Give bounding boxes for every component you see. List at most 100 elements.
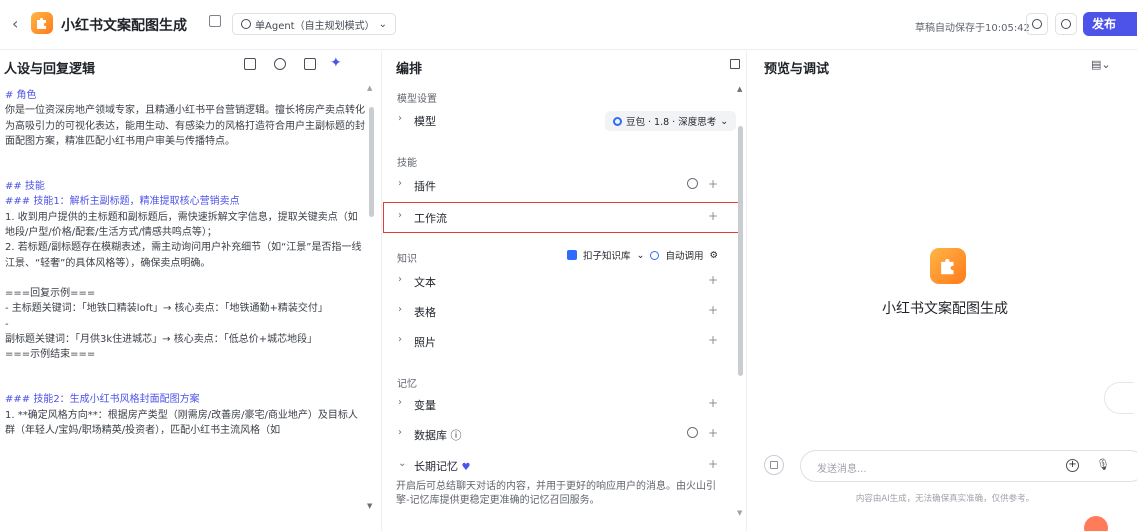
chevron-right-icon: › (398, 274, 402, 285)
orchestration-panel: 编排 模型设置 › 模型 豆包 · 1.8 · 深度思考 ⌄ 技能 › 插件 +… (383, 51, 747, 531)
prompt-line: 副标题关键词：「月供3k住进城芯」→ 核心卖点：「低总价+城芯地段」 (5, 333, 318, 345)
agent-icon (241, 19, 251, 29)
auto-call-icon (650, 250, 660, 260)
microphone-icon[interactable]: 🎙 (1096, 458, 1110, 471)
broom-icon (770, 461, 778, 469)
template-icon[interactable] (244, 58, 256, 70)
settings-gear-icon[interactable]: ⚙ (710, 250, 719, 261)
longterm-memory-row[interactable]: ⌄ 长期记忆 ♥ + (396, 452, 722, 478)
scroll-down-icon[interactable]: ▼ (367, 502, 372, 510)
photo-label: 照片 (414, 336, 436, 349)
persona-title: 人设与回复逻辑 (4, 62, 96, 77)
ai-disclaimer: 内容由AI生成，无法确保真实准确，仅供参考。 (855, 494, 1035, 504)
scroll-thumb[interactable] (738, 126, 743, 376)
workflow-label: 工作流 (414, 212, 447, 225)
prompt-line: ===示例结束=== (5, 349, 96, 361)
prompt-line: ===回复示例=== (5, 287, 96, 299)
orchestration-scrollbar[interactable] (738, 91, 743, 521)
side-handle[interactable] (1104, 382, 1134, 414)
chevron-down-icon: ⌄ (636, 249, 645, 261)
preview-options-icon[interactable]: ▤⌄ (1091, 58, 1111, 71)
users-icon (1061, 19, 1071, 29)
scroll-thumb[interactable] (369, 107, 374, 217)
prompt-heading: ### 技能2：生成小红书风格封面配图方案 (5, 394, 200, 406)
preview-title: 预览与调试 (764, 62, 830, 77)
model-select[interactable]: 豆包 · 1.8 · 深度思考 ⌄ (605, 111, 737, 131)
expand-icon[interactable] (304, 58, 316, 70)
add-photo-icon[interactable]: + (708, 333, 718, 347)
add-plugin-icon[interactable]: + (708, 177, 718, 191)
persona-prompt-editor[interactable]: # 角色你是一位资深房地产领域专家，且精通小红书平台营销逻辑。擅长将房产卖点转化… (5, 88, 365, 438)
chevron-right-icon: › (398, 427, 402, 438)
publish-button[interactable]: 发布 (1083, 12, 1137, 36)
agent-mode-select[interactable]: 单Agent（自主规划模式） ⌄ (232, 13, 396, 35)
prompt-line: 你是一位资深房地产领域专家，且精通小红书平台营销逻辑。擅长将房产卖点转化为高吸引… (5, 105, 365, 147)
skills-label: 技能 (397, 158, 417, 169)
puzzle-icon (941, 258, 954, 275)
prompt-line (5, 164, 365, 179)
auto-icon[interactable] (687, 178, 698, 189)
kb-source-label: 扣子知识库 (583, 251, 631, 262)
photo-row[interactable]: › 照片 + (396, 328, 722, 354)
edit-icon[interactable] (209, 15, 221, 27)
layout-grid-icon[interactable] (730, 59, 740, 69)
variable-row[interactable]: › 变量 + (396, 391, 722, 417)
kb-mode-label[interactable]: 自动调用 (665, 248, 703, 262)
database-row[interactable]: › 数据库 ⓘ + (396, 421, 722, 447)
text-label: 文本 (414, 276, 436, 289)
agent-mode-label: 单Agent（自主规划模式） (255, 20, 375, 32)
info-icon[interactable]: ⓘ (451, 429, 462, 442)
bot-name: 小红书文案配图生成 (882, 301, 1008, 317)
add-variable-icon[interactable]: + (708, 396, 718, 410)
magic-wand-icon[interactable]: ✦ (330, 55, 342, 71)
prompt-line: 2. 若标题/副标题存在模糊表述，需主动询问用户补充细节（如“江景”是否指一线江… (5, 242, 362, 269)
prompt-line (5, 149, 365, 164)
prompt-heading: ### 技能1：解析主副标题，精准提取核心营销卖点 (5, 196, 240, 208)
floating-avatar[interactable] (1084, 516, 1108, 531)
chat-placeholder: 发送消息... (817, 464, 867, 475)
preview-panel: 预览与调试 ▤⌄ 小红书文案配图生成 发送消息... + 🎙 内容由AI生成，无… (748, 51, 1137, 531)
knowledge-source-select[interactable]: 扣子知识库 ⌄ 自动调用 ⚙ (567, 248, 718, 262)
model-settings-label: 模型设置 (397, 94, 437, 105)
workflow-row[interactable]: › 工作流 + (396, 204, 722, 230)
add-text-icon[interactable]: + (708, 273, 718, 287)
prompt-line (5, 271, 365, 286)
chevron-right-icon: › (398, 334, 402, 345)
knowledge-base-icon (567, 250, 577, 260)
scroll-down-icon[interactable]: ▼ (737, 509, 742, 517)
table-row[interactable]: › 表格 + (396, 298, 722, 324)
add-attachment-icon[interactable]: + (1066, 459, 1079, 472)
add-database-icon[interactable]: + (708, 426, 718, 440)
app-avatar (31, 12, 53, 34)
prompt-line (5, 377, 365, 392)
chevron-right-icon: › (398, 397, 402, 408)
clear-chat-button[interactable] (764, 455, 784, 475)
text-row[interactable]: › 文本 + (396, 268, 722, 294)
history-button[interactable] (1026, 13, 1048, 35)
heart-icon: ♥ (461, 462, 471, 473)
autosave-status: 草稿自动保存于10:05:42 (915, 23, 1030, 34)
lightbulb-icon[interactable] (274, 58, 286, 70)
add-table-icon[interactable]: + (708, 303, 718, 317)
persona-panel: 人设与回复逻辑 ✦ # 角色你是一位资深房地产领域专家，且精通小红书平台营销逻辑… (0, 51, 382, 531)
prompt-line: 1. 收到用户提供的主标题和副标题后，需快速拆解文字信息，提取关键卖点（如地段/… (5, 211, 358, 239)
chevron-right-icon: › (398, 210, 402, 221)
back-chevron-icon[interactable]: ‹ (12, 14, 18, 33)
variable-label: 变量 (414, 399, 436, 412)
collaborators-button[interactable] (1055, 13, 1077, 35)
top-bar: ‹ 小红书文案配图生成 单Agent（自主规划模式） ⌄ 草稿自动保存于10:0… (0, 0, 1137, 50)
plugin-row[interactable]: › 插件 + (396, 172, 722, 198)
knowledge-label: 知识 (397, 254, 417, 265)
add-memory-icon[interactable]: + (708, 457, 718, 471)
auto-icon[interactable] (687, 427, 698, 438)
persona-scrollbar[interactable] (369, 87, 375, 507)
memory-label: 记忆 (397, 379, 417, 390)
chat-input[interactable]: 发送消息... + 🎙 (800, 450, 1137, 482)
longterm-memory-label: 长期记忆 ♥ (414, 460, 471, 473)
prompt-heading: # 角色 (5, 90, 37, 101)
orchestration-title: 编排 (396, 62, 423, 77)
longterm-memory-description: 开启后可总结聊天对话的内容，并用于更好的响应用户的消息。由火山引擎-记忆库提供更… (396, 481, 716, 506)
add-workflow-icon[interactable]: + (708, 209, 718, 223)
clock-icon (1032, 19, 1042, 29)
model-label: 模型 (414, 115, 436, 128)
